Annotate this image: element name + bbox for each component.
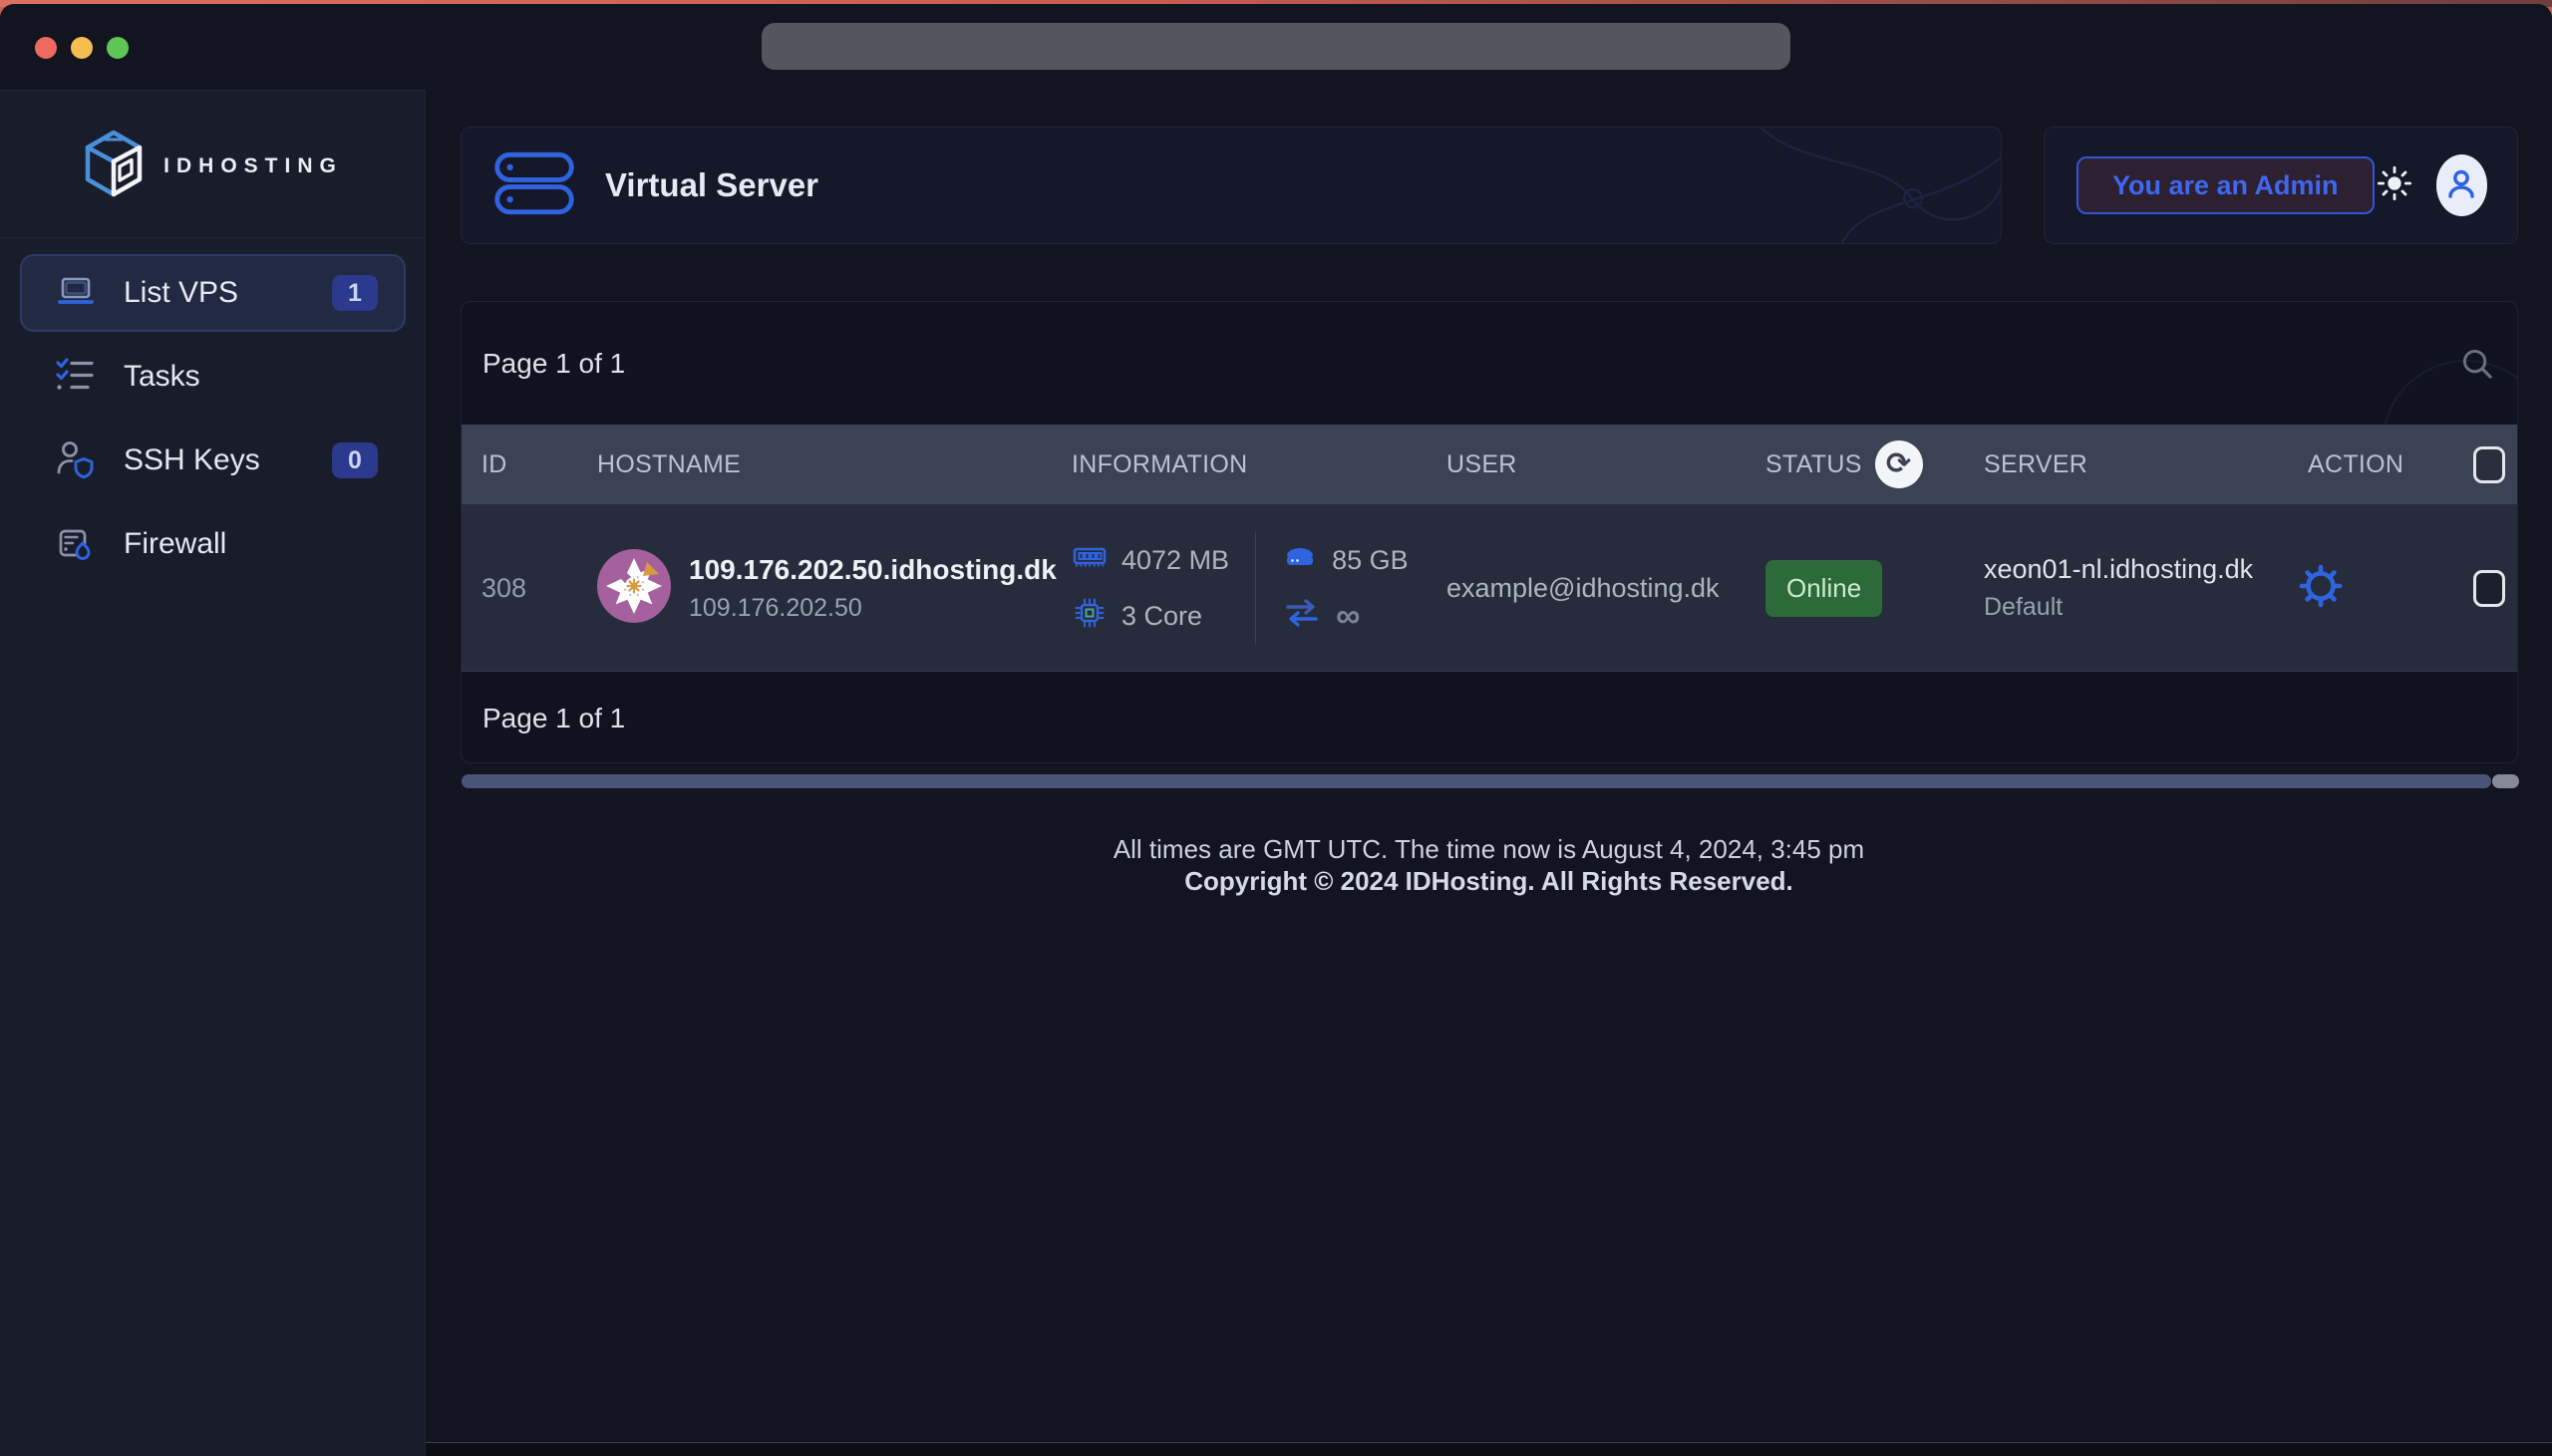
status-badge: Online	[1765, 560, 1882, 617]
page-title-card: Virtual Server	[461, 127, 2002, 244]
search-button[interactable]	[2459, 346, 2495, 382]
sidebar-item-tasks[interactable]: Tasks	[20, 338, 406, 416]
page-title: Virtual Server	[605, 166, 818, 204]
vps-table-card: Page 1 of 1 ID HOSTNAME INFORMATION USER…	[461, 301, 2518, 763]
search-icon	[2459, 369, 2495, 386]
sidebar-item-label: List VPS	[124, 276, 238, 310]
disk-value: 85 GB	[1332, 545, 1409, 576]
refresh-icon: ⟳	[1886, 449, 1911, 479]
sun-icon	[2375, 163, 2414, 208]
sidebar-divider	[0, 237, 425, 238]
resource-info: 4072 MB	[1072, 532, 1409, 644]
bandwidth-value: ∞	[1336, 599, 1360, 633]
transfer-arrows-icon	[1282, 596, 1322, 637]
user-email: example@idhosting.dk	[1446, 573, 1720, 604]
server-name: xeon01-nl.idhosting.dk	[1984, 554, 2253, 585]
scrollbar-thumb[interactable]	[462, 774, 2491, 788]
pagination-top: Page 1 of 1	[482, 302, 625, 425]
page-footer: All times are GMT UTC. The time now is A…	[426, 834, 2552, 896]
settings-button[interactable]	[2296, 563, 2346, 613]
url-bar[interactable]	[762, 23, 1790, 70]
sidebar-nav: List VPS 1	[20, 254, 406, 583]
sidebar-item-list-vps[interactable]: List VPS 1	[20, 254, 406, 332]
sidebar-item-ssh-keys[interactable]: SSH Keys 0	[20, 422, 406, 499]
cpu-icon	[1072, 595, 1108, 638]
disk-info: 85 GB	[1282, 539, 1409, 581]
count-badge: 1	[332, 275, 378, 311]
user-avatar-button[interactable]	[2436, 154, 2487, 216]
user-shield-icon	[54, 438, 98, 482]
copyright-note: Copyright © 2024 IDHosting. All Rights R…	[426, 866, 2552, 896]
server-stack-icon	[491, 148, 577, 223]
cpu-info: 3 Core	[1072, 595, 1229, 637]
sidebar-item-firewall[interactable]: Firewall	[20, 505, 406, 583]
app-window: IDHOSTING List VPS 1	[0, 0, 2552, 1456]
sidebar-item-label: Tasks	[124, 360, 200, 394]
ip-address: 109.176.202.50	[689, 594, 1057, 623]
row-checkbox[interactable]	[2473, 570, 2505, 607]
table-header-row: ID HOSTNAME INFORMATION USER STATUS ⟳ SE…	[462, 425, 2517, 504]
horizontal-scrollbar	[462, 774, 2519, 788]
close-button[interactable]	[35, 37, 57, 59]
select-all-cell	[2473, 425, 2505, 504]
table-toolbar: Page 1 of 1	[462, 302, 2517, 425]
column-header-action: ACTION	[2308, 425, 2403, 504]
count-badge: 0	[332, 442, 378, 478]
bandwidth-info: ∞	[1282, 595, 1409, 637]
brand-name: IDHOSTING	[163, 154, 343, 178]
laptop-icon	[54, 271, 98, 315]
server-profile: Default	[1984, 593, 2253, 622]
server-flame-icon	[54, 522, 98, 566]
sidebar: IDHOSTING List VPS 1	[0, 90, 426, 1456]
brand-logo[interactable]: IDHOSTING	[0, 129, 425, 203]
minimize-button[interactable]	[71, 37, 93, 59]
ram-value: 4072 MB	[1121, 545, 1229, 576]
timezone-note: All times are GMT UTC. The time now is A…	[426, 834, 2552, 864]
gear-icon	[2297, 562, 2345, 615]
disk-icon	[1282, 539, 1318, 582]
column-header-status: STATUS ⟳	[1765, 425, 1923, 504]
sidebar-item-label: SSH Keys	[124, 443, 260, 477]
os-logo-avatar	[597, 549, 671, 628]
table-footer: Page 1 of 1	[462, 672, 2517, 763]
decorative-circuit-lines	[1582, 128, 2001, 244]
hostname-link[interactable]: 109.176.202.50.idhosting.dk	[689, 554, 1057, 586]
window-bottom-edge	[426, 1442, 2552, 1456]
tasks-icon	[54, 355, 98, 399]
column-header-id: ID	[481, 425, 507, 504]
pagination-bottom: Page 1 of 1	[482, 672, 625, 763]
user-icon	[2441, 163, 2481, 208]
admin-card: You are an Admin	[2044, 127, 2518, 244]
ram-info: 4072 MB	[1072, 539, 1229, 581]
scrollbar-end-cap	[2492, 774, 2519, 788]
theme-toggle-button[interactable]	[2375, 163, 2414, 207]
zoom-button[interactable]	[107, 37, 129, 59]
column-header-hostname: HOSTNAME	[597, 425, 741, 504]
idhosting-cube-icon	[82, 129, 146, 203]
refresh-status-button[interactable]: ⟳	[1875, 440, 1923, 488]
column-header-server: SERVER	[1984, 425, 2087, 504]
cpu-value: 3 Core	[1121, 601, 1202, 632]
column-header-user: USER	[1446, 425, 1517, 504]
column-header-information: INFORMATION	[1072, 425, 1247, 504]
sidebar-item-label: Firewall	[124, 527, 226, 561]
select-all-checkbox[interactable]	[2473, 446, 2505, 483]
info-divider	[1255, 532, 1256, 644]
vps-id: 308	[481, 573, 526, 604]
column-header-status-label: STATUS	[1765, 450, 1862, 479]
ram-icon	[1072, 539, 1108, 582]
table-row: 308	[462, 504, 2517, 672]
admin-role-button[interactable]: You are an Admin	[2076, 156, 2375, 214]
